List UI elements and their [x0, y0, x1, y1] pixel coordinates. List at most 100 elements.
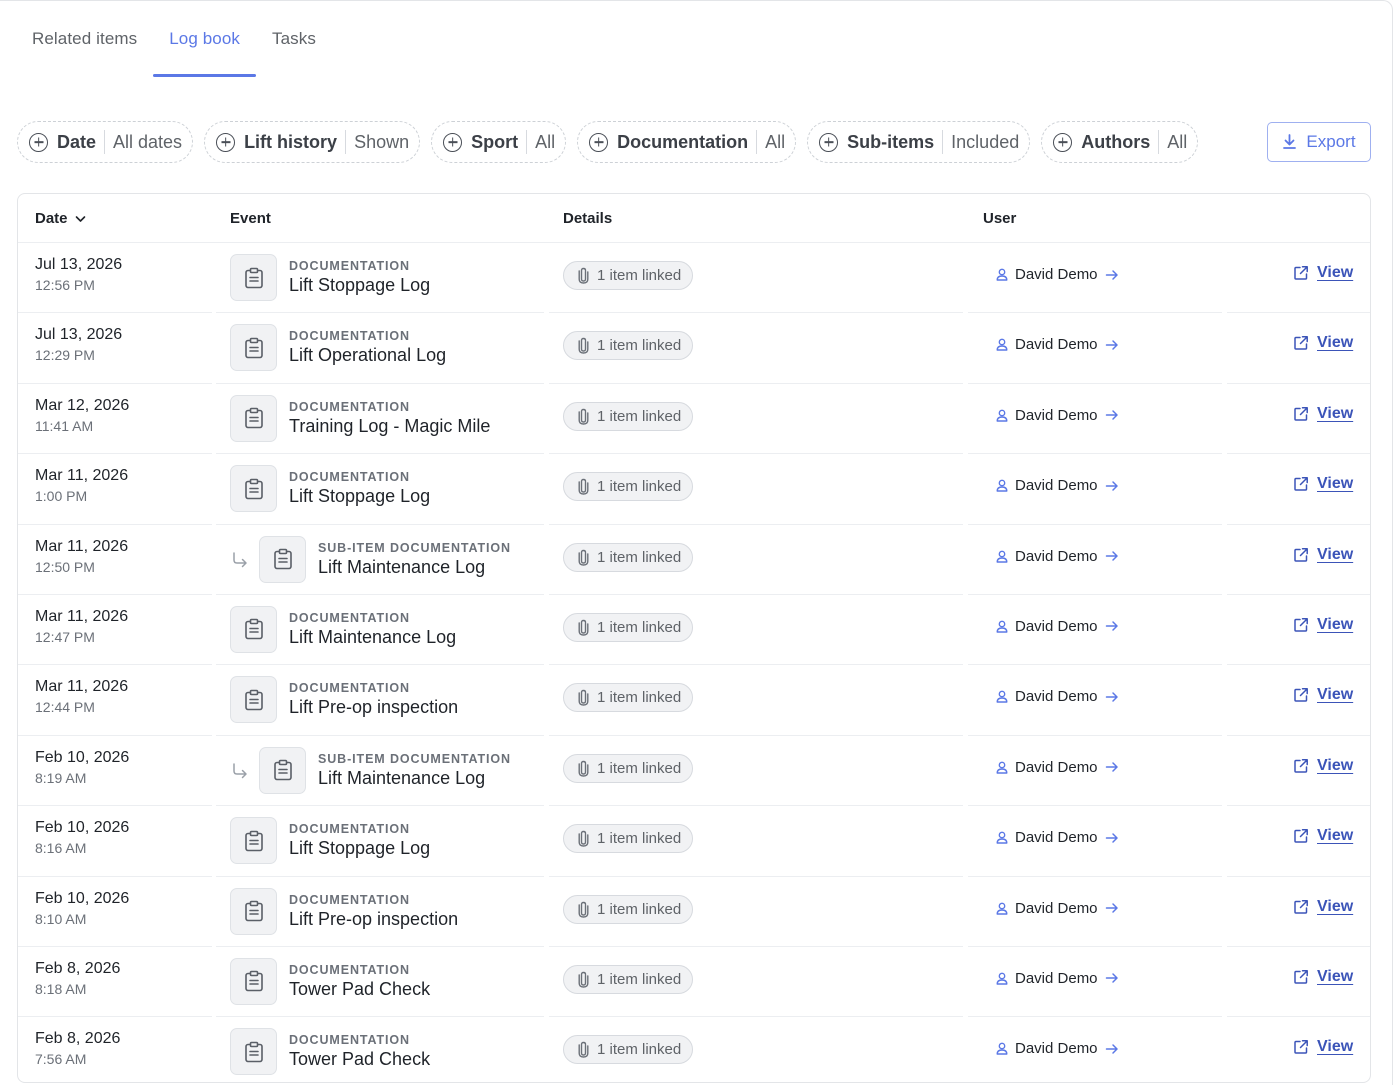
- clipboard-icon: [230, 394, 277, 442]
- table-row: Jul 13, 2026 12:56 PM DOCUMENTATION Lift…: [18, 243, 1370, 314]
- tab-log-book[interactable]: Log book: [153, 0, 256, 77]
- filter-label: Date: [57, 131, 97, 152]
- view-label: View: [1317, 615, 1354, 633]
- paperclip-icon: [578, 338, 589, 355]
- event-name: Tower Pad Check: [289, 1049, 431, 1070]
- filter-sub-items[interactable]: Sub-items Included: [807, 121, 1031, 163]
- view-label: View: [1317, 475, 1354, 493]
- view-link[interactable]: View: [1293, 1038, 1353, 1056]
- user-link[interactable]: David Demo: [996, 618, 1119, 635]
- user-link[interactable]: David Demo: [996, 266, 1119, 283]
- date-column-header[interactable]: Date: [35, 210, 86, 227]
- user-link[interactable]: David Demo: [996, 407, 1119, 424]
- view-link[interactable]: View: [1293, 475, 1353, 493]
- user-link[interactable]: David Demo: [996, 829, 1119, 846]
- row-date: Mar 11, 2026: [35, 537, 129, 555]
- row-time: 8:10 AM: [35, 910, 87, 927]
- column-label: User: [983, 210, 1017, 227]
- table-body: Jul 13, 2026 12:56 PM DOCUMENTATION Lift…: [18, 243, 1370, 1082]
- linked-items-label: 1 item linked: [597, 548, 682, 566]
- user-link[interactable]: David Demo: [996, 970, 1119, 987]
- tab-tasks[interactable]: Tasks: [256, 0, 332, 77]
- filter-divider: [526, 130, 528, 154]
- filter-documentation[interactable]: Documentation All: [577, 121, 797, 163]
- paperclip-icon: [578, 760, 589, 777]
- user-link[interactable]: David Demo: [996, 1040, 1119, 1057]
- linked-items-badge[interactable]: 1 item linked: [563, 683, 694, 713]
- row-event: DOCUMENTATION Lift Stoppage Log: [230, 465, 430, 513]
- event-type: DOCUMENTATION: [289, 681, 410, 696]
- user-name: David Demo: [1015, 266, 1098, 283]
- linked-items-label: 1 item linked: [597, 970, 682, 988]
- row-date: Feb 10, 2026: [35, 889, 130, 907]
- user-name: David Demo: [1015, 477, 1098, 495]
- row-event: DOCUMENTATION Lift Maintenance Log: [230, 605, 457, 653]
- user-name: David Demo: [1015, 617, 1098, 635]
- user-link[interactable]: David Demo: [996, 759, 1119, 776]
- event-name: Lift Pre-op inspection: [289, 908, 459, 929]
- linked-items-badge[interactable]: 1 item linked: [563, 331, 694, 361]
- view-link[interactable]: View: [1293, 757, 1353, 775]
- linked-items-badge[interactable]: 1 item linked: [563, 542, 694, 572]
- clipboard-icon: [230, 1028, 277, 1076]
- clipboard-icon: [230, 324, 277, 372]
- user-name: David Demo: [1015, 688, 1098, 706]
- row-event: DOCUMENTATION Lift Pre-op inspection: [230, 887, 459, 935]
- arrow-right-icon: [1105, 762, 1118, 772]
- filter-date[interactable]: Date All dates: [17, 121, 194, 163]
- tab-related-items[interactable]: Related items: [16, 0, 153, 77]
- view-link[interactable]: View: [1293, 264, 1353, 282]
- linked-items-label: 1 item linked: [597, 900, 682, 918]
- linked-items-badge[interactable]: 1 item linked: [563, 824, 694, 854]
- row-date: Mar 12, 2026: [35, 396, 130, 414]
- row-time: 8:18 AM: [35, 980, 87, 997]
- event-type: SUB-ITEM DOCUMENTATION: [318, 751, 511, 766]
- user-icon: [996, 902, 1008, 915]
- view-link[interactable]: View: [1293, 546, 1353, 564]
- log-book-table: Date Event Details User Jul 13, 2026 12:…: [17, 193, 1371, 1083]
- view-link[interactable]: View: [1293, 827, 1353, 845]
- view-link[interactable]: View: [1293, 405, 1353, 423]
- row-date: Mar 11, 2026: [35, 467, 129, 485]
- user-link[interactable]: David Demo: [996, 688, 1119, 705]
- view-link[interactable]: View: [1293, 968, 1353, 986]
- arrow-right-icon: [1105, 340, 1118, 350]
- event-type: DOCUMENTATION: [289, 329, 410, 344]
- event-type: DOCUMENTATION: [289, 962, 410, 977]
- linked-items-badge[interactable]: 1 item linked: [563, 261, 694, 290]
- linked-items-badge[interactable]: 1 item linked: [563, 1035, 694, 1065]
- filter-lift-history[interactable]: Lift history Shown: [204, 121, 421, 163]
- linked-items-badge[interactable]: 1 item linked: [563, 472, 694, 502]
- linked-items-label: 1 item linked: [597, 337, 682, 355]
- user-link[interactable]: David Demo: [996, 477, 1119, 494]
- arrow-right-icon: [1105, 480, 1118, 491]
- user-link[interactable]: David Demo: [996, 900, 1119, 917]
- linked-items-label: 1 item linked: [597, 618, 682, 636]
- filter-authors[interactable]: Authors All: [1041, 121, 1199, 163]
- export-button[interactable]: Export: [1267, 122, 1371, 162]
- filter-label: Documentation: [617, 131, 749, 152]
- row-date: Mar 11, 2026: [35, 678, 129, 696]
- arrow-right-icon: [1105, 410, 1118, 421]
- view-link[interactable]: View: [1293, 898, 1353, 916]
- linked-items-badge[interactable]: 1 item linked: [563, 401, 694, 431]
- user-link[interactable]: David Demo: [996, 548, 1119, 565]
- view-link[interactable]: View: [1293, 616, 1353, 634]
- linked-items-label: 1 item linked: [597, 759, 682, 777]
- view-link[interactable]: View: [1293, 686, 1353, 704]
- row-time: 11:41 AM: [35, 417, 94, 434]
- user-link[interactable]: David Demo: [996, 336, 1119, 353]
- external-link-icon: [1294, 336, 1308, 351]
- linked-items-badge[interactable]: 1 item linked: [563, 964, 694, 994]
- filter-sport[interactable]: Sport All: [431, 121, 567, 163]
- table-row: Mar 11, 2026 1:00 PM DOCUMENTATION Lift …: [18, 454, 1370, 525]
- linked-items-badge[interactable]: 1 item linked: [563, 612, 694, 642]
- arrow-right-icon: [1105, 551, 1118, 561]
- view-link[interactable]: View: [1293, 334, 1353, 352]
- linked-items-badge[interactable]: 1 item linked: [563, 894, 694, 924]
- tab-bar: Related items Log book Tasks: [16, 0, 332, 77]
- event-name: Lift Stoppage Log: [289, 275, 431, 295]
- event-name: Lift Maintenance Log: [289, 626, 457, 647]
- linked-items-badge[interactable]: 1 item linked: [563, 753, 694, 783]
- table-row: Feb 8, 2026 8:18 AM DOCUMENTATION Tower …: [18, 947, 1370, 1018]
